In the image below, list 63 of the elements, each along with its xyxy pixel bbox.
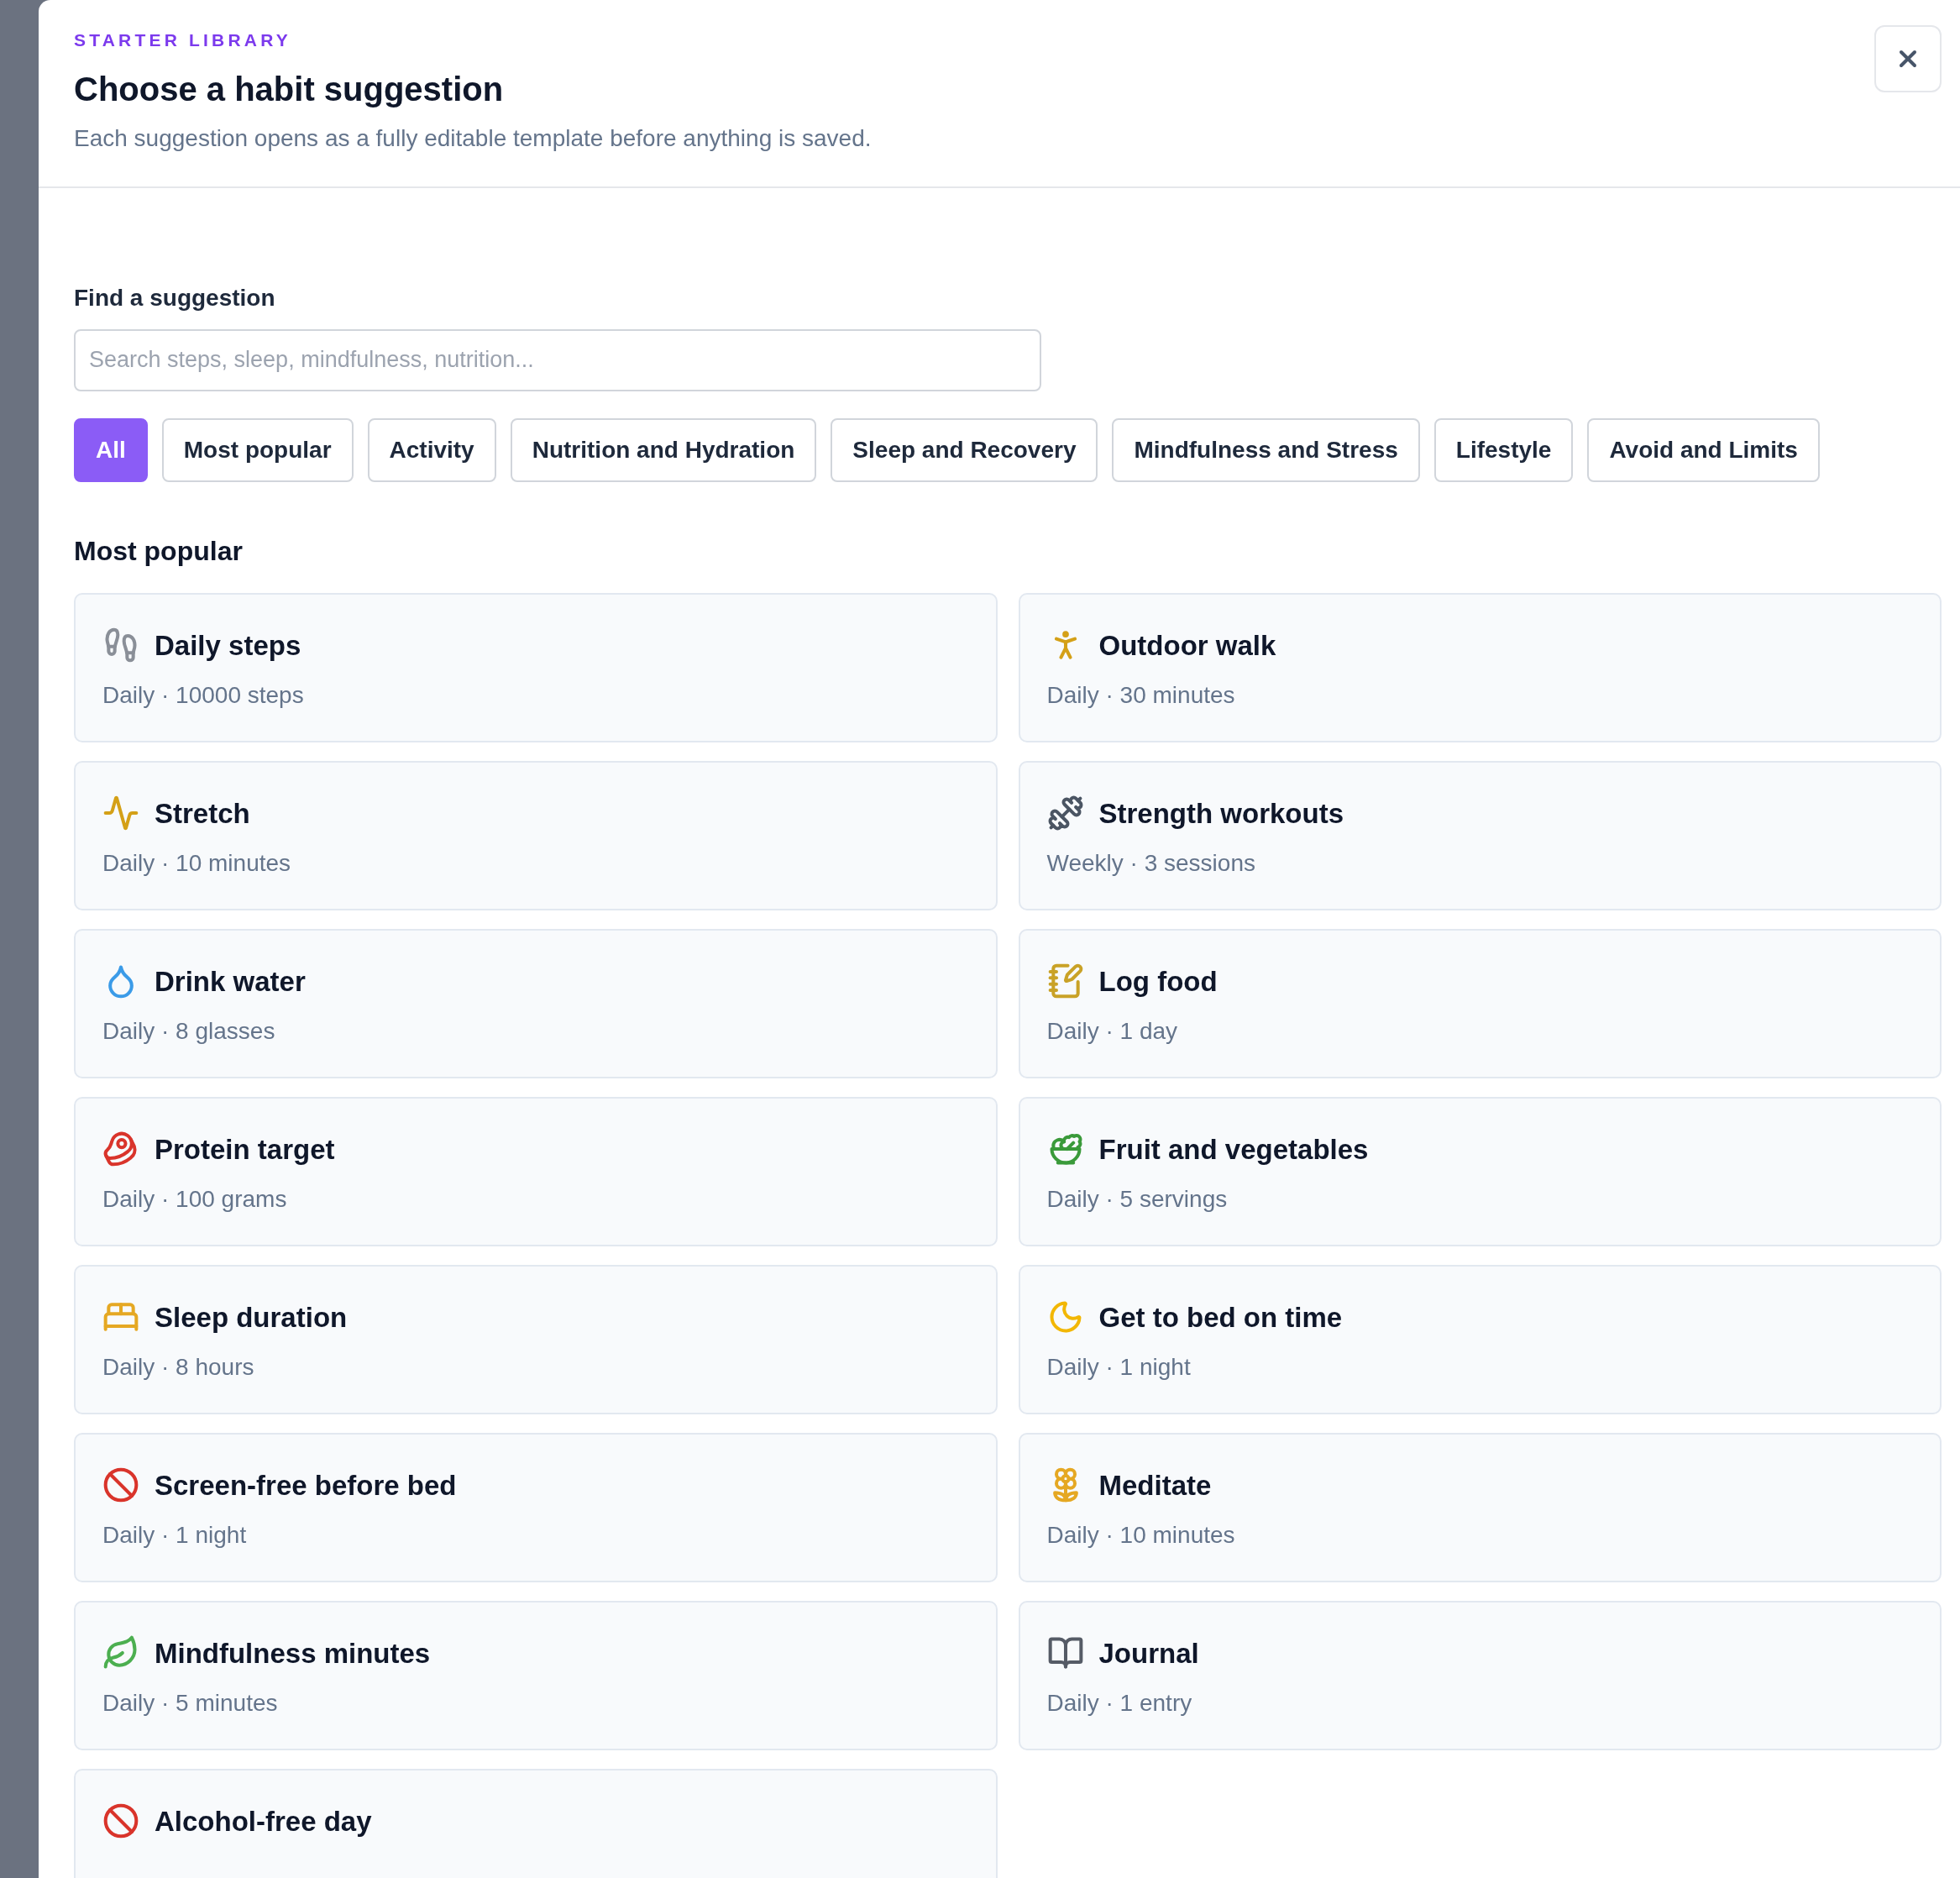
suggestion-detail: Daily · 1 night: [1046, 1353, 1192, 1382]
suggestion-detail: Daily · 8 hours: [102, 1353, 255, 1382]
suggestion-detail: Daily · 10 minutes: [1046, 1521, 1236, 1550]
filter-chip[interactable]: All: [74, 417, 148, 482]
suggestion-card[interactable]: Outdoor walk Daily · 30 minutes: [1018, 592, 1942, 742]
dumbbell-icon: [1046, 795, 1084, 832]
suggestion-card[interactable]: Get to bed on time Daily · 1 night: [1018, 1264, 1942, 1414]
filter-chip[interactable]: Nutrition and Hydration: [510, 417, 817, 482]
suggestion-title: Stretch: [155, 796, 250, 831]
suggestion-title: Mindfulness minutes: [155, 1636, 431, 1671]
suggestion-title: Meditate: [1098, 1468, 1212, 1503]
dialog-title: Choose a habit suggestion: [74, 69, 505, 109]
suggestion-detail: Daily · 5 minutes: [102, 1689, 279, 1718]
filter-chip[interactable]: Most popular: [161, 417, 354, 482]
suggestion-title: Protein target: [155, 1132, 335, 1167]
suggestion-title: Alcohol-free day: [155, 1804, 372, 1839]
close-button[interactable]: [1874, 25, 1942, 92]
suggestion-title: Sleep duration: [155, 1300, 348, 1335]
suggestion-title: Log food: [1098, 964, 1218, 999]
suggestion-detail: Weekly · 3 sessions: [1046, 849, 1256, 878]
suggestion-detail: Daily · 1 night: [102, 1521, 248, 1550]
suggestion-card[interactable]: Protein target Daily · 100 grams: [74, 1096, 998, 1246]
suggestion-detail: Daily · 10000 steps: [102, 681, 305, 710]
notepad-pencil-icon: [1046, 963, 1084, 1000]
section-heading: Most popular: [74, 534, 244, 568]
suggestion-card[interactable]: Daily steps Daily · 10000 steps: [74, 592, 998, 742]
suggestion-detail: Daily · 8 glasses: [102, 1017, 276, 1046]
filter-chip[interactable]: Avoid and Limits: [1587, 417, 1820, 482]
suggestion-card[interactable]: Log food Daily · 1 day: [1018, 928, 1942, 1078]
suggestion-title: Strength workouts: [1098, 796, 1344, 831]
prohibited-icon: [102, 1802, 139, 1840]
search-label: Find a suggestion: [74, 283, 276, 312]
suggestion-card[interactable]: Alcohol-free day: [74, 1768, 998, 1878]
suggestion-title: Screen-free before bed: [155, 1468, 457, 1503]
suggestion-detail: Daily · 1 day: [1046, 1017, 1179, 1046]
suggestion-card[interactable]: Sleep duration Daily · 8 hours: [74, 1264, 998, 1414]
suggestion-title: Drink water: [155, 964, 306, 999]
prohibited-icon: [102, 1466, 139, 1504]
suggestion-card[interactable]: Screen-free before bed Daily · 1 night: [74, 1432, 998, 1582]
suggestion-card[interactable]: Drink water Daily · 8 glasses: [74, 928, 998, 1078]
overline-label: STARTER LIBRARY: [74, 29, 292, 51]
suggestion-card[interactable]: Journal Daily · 1 entry: [1018, 1600, 1942, 1750]
filter-chip[interactable]: Sleep and Recovery: [831, 417, 1098, 482]
suggestion-title: Daily steps: [155, 628, 301, 663]
suggestion-detail: Daily · 10 minutes: [102, 849, 292, 878]
suggestion-detail: Daily · 100 grams: [102, 1185, 288, 1214]
suggestion-card[interactable]: Strength workouts Weekly · 3 sessions: [1018, 760, 1942, 910]
filter-chip[interactable]: Activity: [367, 417, 496, 482]
suggestion-title: Journal: [1098, 1636, 1199, 1671]
suggestion-card[interactable]: Mindfulness minutes Daily · 5 minutes: [74, 1600, 998, 1750]
suggestion-detail: Daily · 1 entry: [1046, 1689, 1193, 1718]
suggestion-card[interactable]: Meditate Daily · 10 minutes: [1018, 1432, 1942, 1582]
suggestion-detail: Daily · 5 servings: [1046, 1185, 1229, 1214]
suggestion-card[interactable]: Fruit and vegetables Daily · 5 servings: [1018, 1096, 1942, 1246]
search-field[interactable]: Search steps, sleep, mindfulness, nutrition...: [74, 328, 1041, 391]
filter-chip[interactable]: Mindfulness and Stress: [1112, 417, 1420, 482]
filter-chip[interactable]: Lifestyle: [1433, 417, 1574, 482]
suggestion-title: Get to bed on time: [1098, 1300, 1343, 1335]
suggestion-title: Fruit and vegetables: [1098, 1132, 1369, 1167]
dialog-subtitle: Each suggestion opens as a fully editable template before anything is saved.: [74, 123, 872, 153]
suggestion-detail: Daily · 30 minutes: [1046, 681, 1236, 710]
suggestion-title: Outdoor walk: [1098, 628, 1276, 663]
suggestion-card[interactable]: Stretch Daily · 10 minutes: [74, 760, 998, 910]
